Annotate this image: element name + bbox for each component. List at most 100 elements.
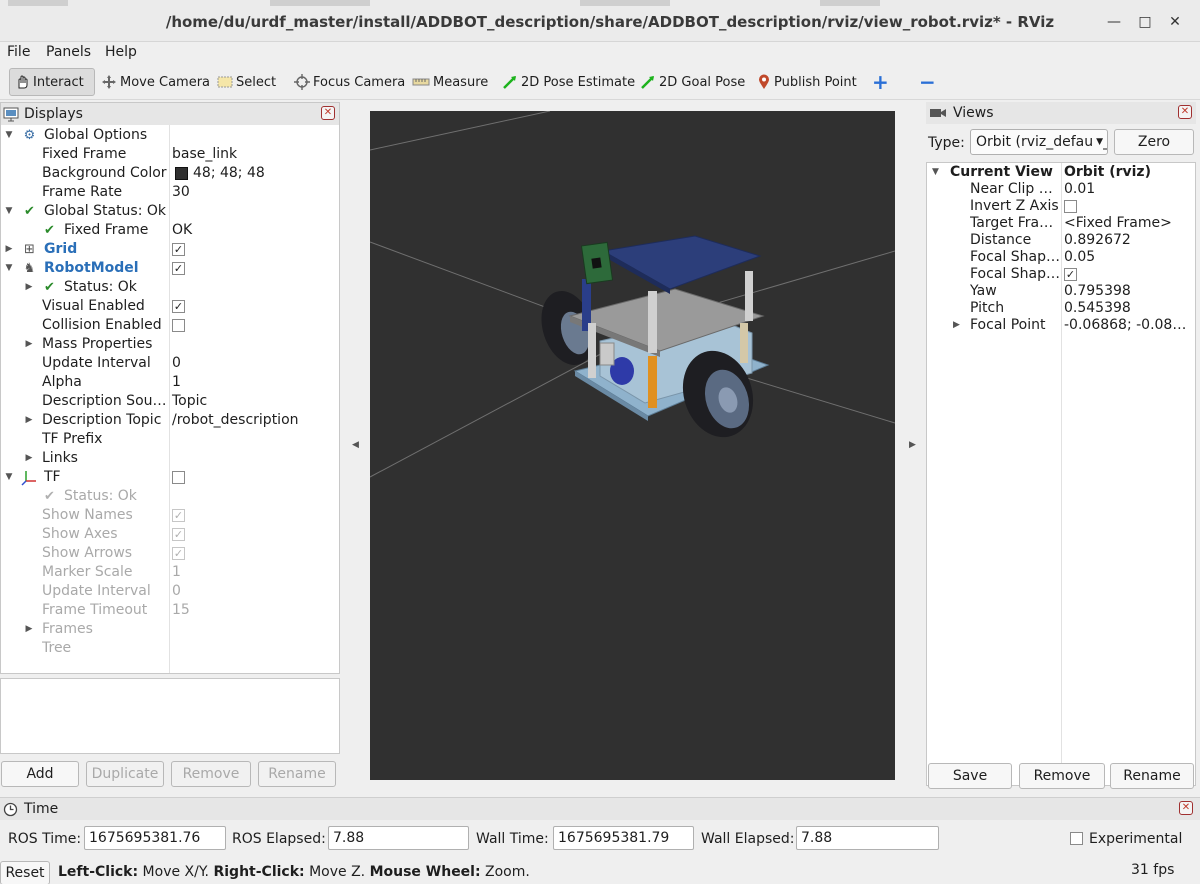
tree-row-robot-model[interactable]: ▼ ♞ RobotModel ✓ <box>1 259 339 278</box>
close-time-button[interactable]: ✕ <box>1179 801 1193 815</box>
tree-row-description-source[interactable]: Description Sou… Topic <box>1 392 339 411</box>
tree-row-alpha[interactable]: Alpha 1 <box>1 373 339 392</box>
tree-row-tf-update-interval[interactable]: Update Interval 0 <box>1 582 339 601</box>
select-tool[interactable]: Select <box>213 68 280 96</box>
zero-button[interactable]: Zero <box>1114 129 1194 155</box>
ros-time-field[interactable]: 1675695381.76 <box>84 826 226 850</box>
tree-row-collision-enabled[interactable]: Collision Enabled <box>1 316 339 335</box>
collapse-arrow-icon[interactable]: ▶ <box>4 240 14 259</box>
view-prop-row[interactable]: Invert Z Axis <box>927 198 1195 215</box>
maximize-button[interactable]: □ <box>1133 10 1157 34</box>
remove-tool-button[interactable]: − <box>915 68 940 96</box>
save-view-button[interactable]: Save <box>928 763 1012 789</box>
tree-row-tree[interactable]: Tree <box>1 639 339 658</box>
measure-tool[interactable]: Measure <box>408 68 492 96</box>
visual-enabled-checkbox[interactable]: ✓ <box>172 300 185 313</box>
show-arrows-checkbox[interactable]: ✓ <box>172 547 185 560</box>
tree-row-fixed-frame[interactable]: Fixed Frame base_link <box>1 145 339 164</box>
view-prop-row[interactable]: Target Fra… <Fixed Frame> <box>927 215 1195 232</box>
fixed-frame-value[interactable]: base_link <box>172 145 237 164</box>
show-axes-checkbox[interactable]: ✓ <box>172 528 185 541</box>
collapse-right-icon[interactable]: ▶ <box>909 440 916 450</box>
remove-display-button[interactable]: Remove <box>171 761 251 787</box>
tf-enabled-checkbox[interactable] <box>172 471 185 484</box>
tree-row-links[interactable]: ▶ Links <box>1 449 339 468</box>
view-prop-row[interactable]: ▶ Focal Point -0.06868; -0.081… <box>927 317 1195 334</box>
3d-viewport[interactable] <box>370 111 895 780</box>
collapse-left-icon[interactable]: ◀ <box>352 440 359 450</box>
remove-view-button[interactable]: Remove <box>1019 763 1105 789</box>
show-names-checkbox[interactable]: ✓ <box>172 509 185 522</box>
tree-row-show-names[interactable]: Show Names ✓ <box>1 506 339 525</box>
minimize-button[interactable]: — <box>1102 10 1126 34</box>
view-prop-row[interactable]: Pitch 0.545398 <box>927 300 1195 317</box>
tree-row-global-status[interactable]: ▼ ✔ Global Status: Ok <box>1 202 339 221</box>
focus-camera-tool[interactable]: Focus Camera <box>290 68 409 96</box>
current-view-row[interactable]: ▼ Current View Orbit (rviz) <box>927 164 1195 181</box>
move-camera-tool[interactable]: Move Camera <box>97 68 214 96</box>
view-prop-row[interactable]: Focal Shap… 0.05 <box>927 249 1195 266</box>
view-type-select[interactable]: Orbit (rviz_default_plugins) ▼ <box>970 129 1108 155</box>
grid-enabled-checkbox[interactable]: ✓ <box>172 243 185 256</box>
publish-point-tool[interactable]: Publish Point <box>753 68 861 96</box>
expand-arrow-icon[interactable]: ▼ <box>4 468 14 487</box>
tree-row-global-options[interactable]: ▼ ⚙ Global Options <box>1 126 339 145</box>
collapse-arrow-icon[interactable]: ▶ <box>24 411 34 430</box>
color-swatch[interactable] <box>175 167 188 180</box>
expand-arrow-icon[interactable]: ▼ <box>4 202 14 221</box>
view-prop-row[interactable]: Distance 0.892672 <box>927 232 1195 249</box>
expand-arrow-icon[interactable]: ▼ <box>932 164 939 181</box>
tree-row-tf[interactable]: ▼ TF <box>1 468 339 487</box>
tree-row-frame-rate[interactable]: Frame Rate 30 <box>1 183 339 202</box>
add-display-button[interactable]: Add <box>1 761 79 787</box>
collapse-arrow-icon[interactable]: ▶ <box>24 278 34 297</box>
menu-file[interactable]: File <box>7 44 30 60</box>
rename-display-button[interactable]: Rename <box>258 761 336 787</box>
collapse-arrow-icon[interactable]: ▶ <box>24 449 34 468</box>
expand-arrow-icon[interactable]: ▼ <box>4 259 14 278</box>
tree-row-tf-prefix[interactable]: TF Prefix <box>1 430 339 449</box>
close-displays-button[interactable]: ✕ <box>321 106 335 120</box>
robot-scene <box>370 111 895 478</box>
rename-view-button[interactable]: Rename <box>1110 763 1194 789</box>
expand-arrow-icon[interactable]: ▼ <box>4 126 14 145</box>
close-views-button[interactable]: ✕ <box>1178 105 1192 119</box>
tree-row-frame-timeout[interactable]: Frame Timeout 15 <box>1 601 339 620</box>
tree-row-tf-status[interactable]: ✔ Status: Ok <box>1 487 339 506</box>
view-prop-row[interactable]: Near Clip … 0.01 <box>927 181 1195 198</box>
tree-row-robot-status[interactable]: ▶ ✔ Status: Ok <box>1 278 339 297</box>
menu-panels[interactable]: Panels <box>46 44 91 60</box>
tree-row-show-arrows[interactable]: Show Arrows ✓ <box>1 544 339 563</box>
ros-elapsed-field[interactable]: 7.88 <box>328 826 469 850</box>
tree-row-show-axes[interactable]: Show Axes ✓ <box>1 525 339 544</box>
tree-row-marker-scale[interactable]: Marker Scale 1 <box>1 563 339 582</box>
reset-button[interactable]: Reset <box>0 861 50 884</box>
close-window-button[interactable]: ✕ <box>1163 10 1187 34</box>
menu-help[interactable]: Help <box>105 44 137 60</box>
tree-row-grid[interactable]: ▶ ⊞ Grid ✓ <box>1 240 339 259</box>
focal-shape-fixed-checkbox[interactable]: ✓ <box>1064 268 1077 281</box>
view-prop-row[interactable]: Yaw 0.795398 <box>927 283 1195 300</box>
goal-pose-tool[interactable]: 2D Goal Pose <box>636 68 749 96</box>
add-tool-button[interactable]: + <box>868 68 893 96</box>
collapse-arrow-icon[interactable]: ▶ <box>953 317 960 334</box>
duplicate-display-button[interactable]: Duplicate <box>86 761 164 787</box>
interact-tool[interactable]: Interact <box>9 68 95 96</box>
wall-time-field[interactable]: 1675695381.79 <box>553 826 694 850</box>
view-prop-row[interactable]: Focal Shap… ✓ <box>927 266 1195 283</box>
collapse-arrow-icon[interactable]: ▶ <box>24 335 34 354</box>
wall-elapsed-field[interactable]: 7.88 <box>796 826 939 850</box>
invert-z-checkbox[interactable] <box>1064 200 1077 213</box>
tree-row-background-color[interactable]: Background Color 48; 48; 48 <box>1 164 339 183</box>
tree-row-update-interval[interactable]: Update Interval 0 <box>1 354 339 373</box>
tree-row-status-fixed-frame[interactable]: ✔ Fixed Frame OK <box>1 221 339 240</box>
tree-row-frames[interactable]: ▶ Frames <box>1 620 339 639</box>
pose-estimate-tool[interactable]: 2D Pose Estimate <box>498 68 639 96</box>
experimental-checkbox[interactable] <box>1070 832 1083 845</box>
tree-row-mass-properties[interactable]: ▶ Mass Properties <box>1 335 339 354</box>
tree-row-description-topic[interactable]: ▶ Description Topic /robot_description <box>1 411 339 430</box>
collision-enabled-checkbox[interactable] <box>172 319 185 332</box>
robot-model-enabled-checkbox[interactable]: ✓ <box>172 262 185 275</box>
collapse-arrow-icon[interactable]: ▶ <box>24 620 34 639</box>
tree-row-visual-enabled[interactable]: Visual Enabled ✓ <box>1 297 339 316</box>
